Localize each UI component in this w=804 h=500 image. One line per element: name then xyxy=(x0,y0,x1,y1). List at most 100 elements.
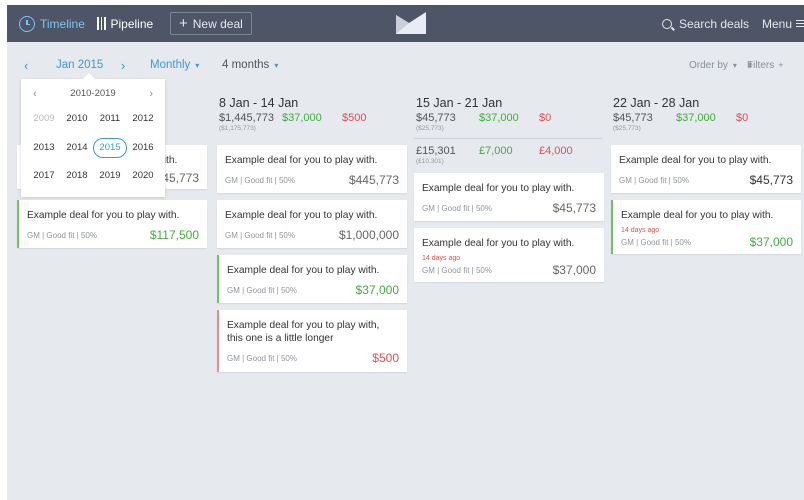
order-by-dropdown[interactable]: Order by ▾ ⬍ xyxy=(689,42,754,88)
currency-divider xyxy=(414,138,602,139)
hamburger-icon xyxy=(796,19,804,28)
plus-icon: + xyxy=(778,60,784,70)
week-total: $45,773 xyxy=(416,112,456,124)
deal-meta: GM | Good fit | 50% xyxy=(227,286,297,295)
deal-meta: GM | Good fit | 50% xyxy=(225,231,295,240)
year-option[interactable]: 2013 xyxy=(27,138,61,158)
deal-title: Example deal for you to play with. xyxy=(225,155,378,166)
deal-title: Example deal for you to play with. xyxy=(227,265,380,276)
deal-meta: GM | Good fit | 50% xyxy=(619,176,689,185)
range-dropdown[interactable]: 4 months ▾ xyxy=(222,42,278,88)
week-total: $1,445,773 xyxy=(219,112,275,124)
pipeline-icon xyxy=(97,17,106,30)
week-title: 8 Jan - 14 Jan xyxy=(219,96,299,110)
top-nav: Timeline Pipeline + New deal Search deal… xyxy=(7,5,804,42)
week-header: 15 Jan - 21 Jan $45,773 $37,000 $0 ($25,… xyxy=(414,88,604,184)
deal-card[interactable]: Example deal for you to play with. 14 da… xyxy=(611,200,801,254)
week-title: 22 Jan - 28 Jan xyxy=(613,96,700,110)
deal-meta: GM | Good fit | 50% xyxy=(422,204,492,213)
search-label: Search deals xyxy=(679,16,750,31)
deal-card[interactable]: Example deal for you to play with. GM | … xyxy=(217,145,407,193)
week-lost: $0 xyxy=(736,112,749,124)
next-decade-button[interactable]: › xyxy=(149,88,153,100)
nav-pipeline[interactable]: Pipeline xyxy=(97,5,153,42)
week-subtotal-gbp: (£10,301) xyxy=(416,158,444,165)
deal-value: $117,500 xyxy=(149,228,199,242)
week-title: 15 Jan - 21 Jan xyxy=(416,96,503,110)
year-option[interactable]: 2018 xyxy=(60,166,94,186)
deal-title: Example deal for you to play with. xyxy=(422,183,575,194)
week-won: $37,000 xyxy=(479,112,519,124)
deal-card[interactable]: Example deal for you to play with. GM | … xyxy=(217,255,407,303)
deal-meta: GM | Good fit | 50% xyxy=(225,176,295,185)
week-total-gbp: £15,301 xyxy=(416,145,456,157)
caret-down-icon: ▾ xyxy=(732,60,737,70)
deal-value: $445,773 xyxy=(348,173,399,187)
deal-card[interactable]: Example deal for you to play with. GM | … xyxy=(414,173,604,221)
menu-button[interactable]: Menu xyxy=(762,5,804,42)
new-deal-button[interactable]: + New deal xyxy=(170,12,252,35)
week-lost: $500 xyxy=(342,112,367,124)
chevron-down-icon: ▾ xyxy=(195,60,200,70)
year-option-selected[interactable]: 2015 xyxy=(93,138,127,158)
deal-card[interactable]: Example deal for you to play with, this … xyxy=(217,310,407,372)
deal-title: Example deal for you to play with. xyxy=(619,155,772,166)
year-option[interactable]: 2017 xyxy=(27,166,61,186)
period-label: Monthly xyxy=(150,59,191,71)
year-option[interactable]: 2012 xyxy=(126,109,160,129)
deal-title: Example deal for you to play with. xyxy=(225,210,378,221)
week-won-gbp: £7,000 xyxy=(479,145,513,157)
deal-title: Example deal for you to play with, this … xyxy=(227,320,380,344)
week-column: 15 Jan - 21 Jan $45,773 $37,000 $0 ($25,… xyxy=(414,88,604,282)
deal-value: $45,773 xyxy=(552,201,596,215)
week-lost-gbp: £4,000 xyxy=(539,145,573,157)
deal-value: $37,000 xyxy=(355,283,399,297)
week-lost: $0 xyxy=(539,112,552,124)
menu-label: Menu xyxy=(762,16,793,31)
year-option[interactable]: 2011 xyxy=(93,109,127,129)
year-option[interactable]: 2020 xyxy=(126,166,160,186)
nav-pipeline-label: Pipeline xyxy=(110,16,154,31)
filters-button[interactable]: Filters + xyxy=(747,42,784,88)
week-subtotal: ($25,773) xyxy=(416,125,444,132)
year-option[interactable]: 2009 xyxy=(27,109,61,129)
order-label: Order by xyxy=(689,59,728,71)
week-column: 8 Jan - 14 Jan $1,445,773 $37,000 $500 (… xyxy=(217,88,407,372)
chevron-down-icon: ▾ xyxy=(274,60,279,70)
decade-title: 2010-2019 xyxy=(70,88,116,99)
deal-age: 14 days ago xyxy=(621,227,660,234)
search-icon xyxy=(662,18,672,29)
deal-meta: GM | Good fit | 50% xyxy=(422,266,492,275)
week-total: $45,773 xyxy=(613,112,653,124)
app-frame: Timeline Pipeline + New deal Search deal… xyxy=(7,5,804,500)
deal-title: Example deal for you to play with. xyxy=(422,238,575,249)
range-label: 4 months xyxy=(222,59,270,71)
deal-meta: GM | Good fit | 50% xyxy=(621,238,691,247)
search-deals[interactable]: Search deals xyxy=(662,5,749,42)
nav-timeline-label: Timeline xyxy=(40,16,85,31)
deal-card[interactable]: Example deal for you to play with. GM | … xyxy=(611,145,801,193)
deal-card[interactable]: Example deal for you to play with. GM | … xyxy=(217,200,407,248)
prev-decade-button[interactable]: ‹ xyxy=(33,88,37,100)
filters-label: Filters xyxy=(747,59,775,71)
week-subtotal: ($25,773) xyxy=(613,125,641,132)
deal-meta: GM | Good fit | 50% xyxy=(227,354,297,363)
deal-title: Example deal for you to play with. xyxy=(621,210,774,221)
deal-value: $1,000,000 xyxy=(338,228,399,242)
week-won: $37,000 xyxy=(676,112,716,124)
week-subtotal: ($1,175,773) xyxy=(219,125,256,132)
year-option[interactable]: 2014 xyxy=(60,138,94,158)
year-option[interactable]: 2016 xyxy=(126,138,160,158)
logo-icon xyxy=(396,12,426,34)
deal-value: $37,000 xyxy=(552,263,596,277)
deal-value: $45,773 xyxy=(749,173,793,187)
year-option[interactable]: 2010 xyxy=(60,109,94,129)
year-option[interactable]: 2019 xyxy=(93,166,127,186)
plus-icon: + xyxy=(179,15,188,32)
deal-card[interactable]: Example deal for you to play with. 14 da… xyxy=(414,228,604,282)
deal-meta: GM | Good fit | 50% xyxy=(27,231,97,240)
year-picker: 2010-2019 ‹ › 2009 2010 2011 2012 2013 2… xyxy=(21,73,165,197)
week-won: $37,000 xyxy=(282,112,322,124)
nav-timeline[interactable]: Timeline xyxy=(19,5,85,42)
deal-card[interactable]: Example deal for you to play with. GM | … xyxy=(17,200,207,248)
